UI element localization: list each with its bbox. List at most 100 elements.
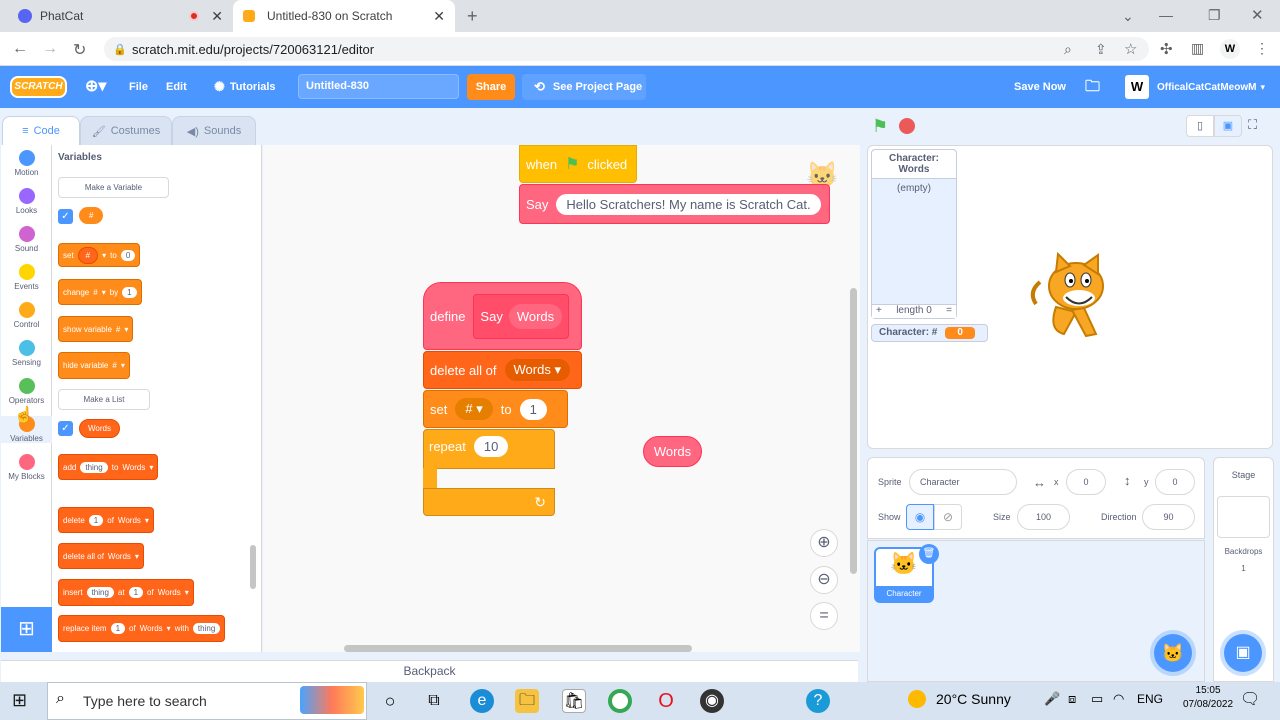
delete-all-of-block[interactable]: delete all of Words ▾ xyxy=(423,351,582,389)
small-stage-icon[interactable]: ▯ xyxy=(1186,115,1214,137)
project-title-input[interactable]: Untitled-830 xyxy=(298,74,459,99)
browser-tab-phatcat[interactable]: PhatCat ✕ xyxy=(8,0,233,32)
category-sound[interactable]: Sound xyxy=(1,226,52,253)
replace-item-block[interactable]: replace item 1 of Words ▾ with thing xyxy=(58,615,226,642)
list-resize-handle[interactable]: = xyxy=(946,305,952,318)
scratch-cat-sprite[interactable] xyxy=(1026,252,1114,342)
share-page-icon[interactable]: ⇪ xyxy=(1095,41,1107,58)
change-variable-block[interactable]: change # ▾ by 1 xyxy=(58,279,142,305)
chrome-icon[interactable] xyxy=(608,689,632,713)
opera-icon[interactable]: O xyxy=(654,689,678,713)
choose-backdrop-icon[interactable]: ▣ xyxy=(1224,634,1262,672)
scratch-logo[interactable]: SCRATCH xyxy=(10,76,67,98)
delete-sprite-icon[interactable]: 🗑 xyxy=(919,544,939,564)
edit-menu[interactable]: Edit xyxy=(166,66,187,108)
backpack-bar[interactable]: Backpack xyxy=(1,660,858,682)
account-menu[interactable]: W OfficalCatCatMeowM ▾ xyxy=(1125,74,1265,100)
category-my-blocks[interactable]: My Blocks xyxy=(1,454,52,481)
say-text-input[interactable]: Hello Scratchers! My name is Scratch Cat… xyxy=(556,193,821,215)
stage-thumbnail[interactable] xyxy=(1217,496,1270,538)
cortana-icon[interactable]: ○ xyxy=(378,689,402,713)
language-globe-icon[interactable]: ⊕▾ xyxy=(85,66,106,108)
new-tab-icon[interactable]: + xyxy=(467,6,478,27)
loose-words-reporter[interactable]: Words xyxy=(643,436,702,467)
zoom-out-icon[interactable]: ⊖ xyxy=(810,566,838,594)
file-menu[interactable]: File xyxy=(129,66,148,108)
menu-kebab-icon[interactable]: ⋮ xyxy=(1255,40,1269,57)
wifi-icon[interactable]: ◠ xyxy=(1113,691,1124,707)
file-explorer-icon[interactable]: 🗀 xyxy=(515,689,539,713)
choose-sprite-icon[interactable]: 🐱 xyxy=(1154,634,1192,672)
list-add-button[interactable]: + xyxy=(876,305,882,318)
see-project-page-button[interactable]: ⟲ See Project Page xyxy=(522,74,646,100)
add-extension-button[interactable]: ⊞ xyxy=(1,607,52,652)
show-eye-icon[interactable]: ◉ xyxy=(906,504,934,530)
say-custom-block[interactable]: Say Hello Scratchers! My name is Scratch… xyxy=(519,184,830,224)
browser-tab-scratch[interactable]: Untitled-830 on Scratch ✕ xyxy=(233,0,455,32)
list-dropdown[interactable]: Words ▾ xyxy=(504,359,570,381)
y-input[interactable]: 0 xyxy=(1155,469,1195,495)
show-variable-block[interactable]: show variable # ▾ xyxy=(58,316,134,342)
category-looks[interactable]: Looks xyxy=(1,188,52,215)
direction-input[interactable]: 90 xyxy=(1142,504,1195,530)
variable-reporter[interactable]: # xyxy=(79,207,104,224)
make-variable-button[interactable]: Make a Variable xyxy=(58,177,169,198)
tab-sounds[interactable]: ◀) Sounds xyxy=(172,116,256,145)
screen-capture-icon[interactable]: ⧈ xyxy=(1068,691,1076,707)
param-words-reporter[interactable]: Words xyxy=(508,303,563,329)
variable-dropdown[interactable]: # ▾ xyxy=(455,398,493,420)
network-icon[interactable]: ▭ xyxy=(1091,691,1103,707)
reload-icon[interactable]: ↻ xyxy=(73,40,86,60)
notification-icon[interactable]: 🗨 xyxy=(1240,689,1260,709)
workspace-vscrollbar[interactable] xyxy=(850,288,857,574)
maximize-icon[interactable]: ❐ xyxy=(1208,7,1221,24)
zoom-in-icon[interactable]: ⊕ xyxy=(810,529,838,557)
extensions-icon[interactable]: ✣ xyxy=(1160,40,1173,58)
zoom-reset-icon[interactable]: = xyxy=(810,602,838,630)
set-variable-block[interactable]: set # ▾ to 0 xyxy=(58,243,141,267)
mic-icon[interactable]: 🎤 xyxy=(1044,691,1060,707)
language-indicator[interactable]: ENG xyxy=(1137,692,1163,706)
hide-eye-icon[interactable]: ⊘ xyxy=(934,504,962,530)
green-flag-icon[interactable]: ⚑ xyxy=(872,116,888,137)
tab-costumes[interactable]: 🖌 Costumes xyxy=(80,116,172,145)
save-now-button[interactable]: Save Now xyxy=(1014,66,1066,108)
edge-icon[interactable]: e xyxy=(470,689,494,713)
category-sensing[interactable]: Sensing xyxy=(1,340,52,367)
list-reporter[interactable]: Words xyxy=(79,419,120,438)
set-to-block[interactable]: set # ▾ to 1 xyxy=(423,390,568,428)
window-close-icon[interactable]: ✕ xyxy=(1251,6,1264,24)
sprite-name-input[interactable]: Character xyxy=(909,469,1017,495)
help-icon[interactable]: ? xyxy=(806,689,830,713)
insert-at-block[interactable]: insert thing at 1 of Words ▾ xyxy=(58,579,194,606)
category-events[interactable]: Events xyxy=(1,264,52,291)
side-panel-icon[interactable]: ▥ xyxy=(1191,40,1204,57)
category-control[interactable]: Control xyxy=(1,302,52,329)
variable-checkbox[interactable]: ✓ xyxy=(58,209,73,224)
task-view-icon[interactable]: ⧉ xyxy=(422,689,446,713)
delete-all-block[interactable]: delete all of Words ▾ xyxy=(58,543,144,569)
make-list-button[interactable]: Make a List xyxy=(58,389,150,410)
tutorials-menu[interactable]: ✺ Tutorials xyxy=(214,66,276,108)
share-button[interactable]: Share xyxy=(467,74,515,100)
repeat-count-input[interactable]: 10 xyxy=(473,436,509,457)
forward-icon[interactable]: → xyxy=(42,40,58,58)
workspace-hscrollbar[interactable] xyxy=(344,645,692,652)
my-stuff-folder-icon[interactable]: 🗀 xyxy=(1085,66,1100,108)
tab-code[interactable]: ≡ Code xyxy=(2,116,80,145)
x-input[interactable]: 0 xyxy=(1066,469,1106,495)
windows-start-icon[interactable]: ⊞ xyxy=(12,690,27,711)
define-block[interactable]: define Say Words xyxy=(423,282,582,350)
weather-widget[interactable]: 20°C Sunny xyxy=(908,690,1011,708)
fullscreen-icon[interactable]: ⛶ xyxy=(1248,117,1257,133)
clock[interactable]: 15:05 07/08/2022 xyxy=(1183,685,1233,710)
delete-of-list-block[interactable]: delete 1 of Words ▾ xyxy=(58,507,154,533)
add-to-list-block[interactable]: add thing to Words ▾ xyxy=(58,454,159,480)
close-icon[interactable]: ✕ xyxy=(211,8,223,25)
tab-search-icon[interactable]: ⌄ xyxy=(1122,8,1134,25)
minimize-icon[interactable]: — xyxy=(1159,7,1173,23)
back-icon[interactable]: ← xyxy=(12,40,28,58)
obs-icon[interactable]: ◉ xyxy=(700,689,724,713)
store-icon[interactable]: 🛍 xyxy=(562,689,586,713)
hide-variable-block[interactable]: hide variable # ▾ xyxy=(58,352,130,379)
